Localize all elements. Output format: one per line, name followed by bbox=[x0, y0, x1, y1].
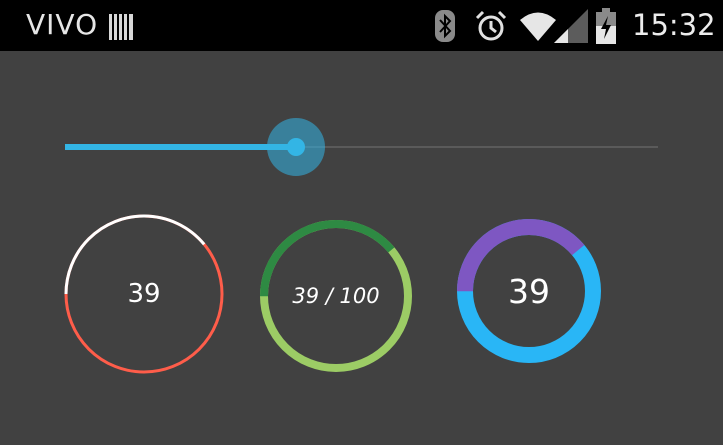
clock: 15:32 bbox=[632, 8, 716, 42]
battery-charging-icon bbox=[595, 8, 617, 48]
wifi-icon bbox=[520, 11, 556, 45]
seek-slider[interactable] bbox=[65, 116, 658, 178]
progress-circle-thick-value: 39 bbox=[508, 271, 550, 311]
alarm-icon bbox=[474, 9, 508, 47]
status-bar: VIVO 15:32 bbox=[0, 0, 723, 51]
progress-circle-fraction-value: 39 / 100 bbox=[292, 284, 380, 308]
progress-circle-thin-value: 39 bbox=[127, 279, 161, 309]
slider-thumb[interactable] bbox=[287, 138, 305, 156]
progress-circle-thin: 39 bbox=[64, 214, 224, 374]
carrier-name: VIVO bbox=[26, 8, 99, 41]
cell-signal-icon bbox=[554, 9, 588, 47]
progress-circle-fraction: 39 / 100 bbox=[258, 218, 414, 374]
sim-card-icon bbox=[109, 12, 133, 44]
bluetooth-icon bbox=[434, 9, 456, 47]
progress-circle-thick: 39 bbox=[456, 218, 602, 364]
slider-progress-fill bbox=[65, 144, 296, 150]
